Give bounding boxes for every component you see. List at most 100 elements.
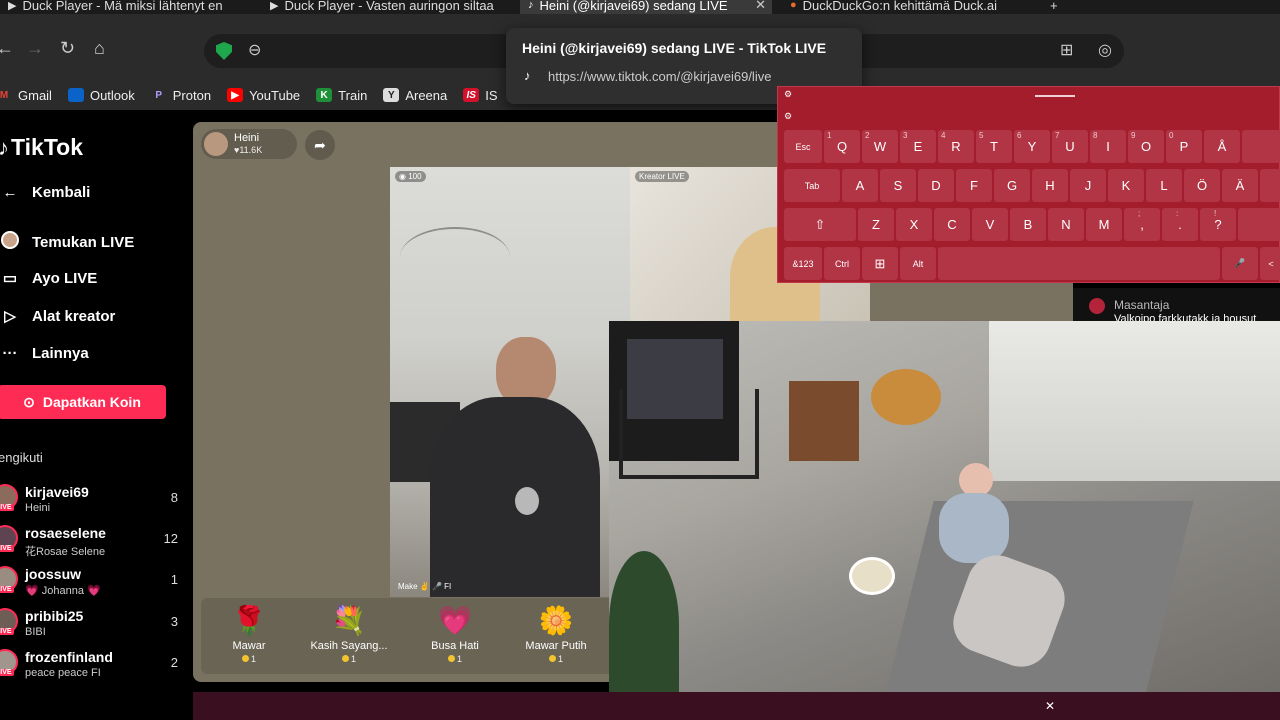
key-ctrl[interactable]: Ctrl xyxy=(824,247,860,280)
bookmark-gmail[interactable]: M Gmail xyxy=(0,88,52,103)
nav-creator-tools[interactable]: ▷ Alat kreator xyxy=(0,307,115,326)
key-label: R xyxy=(951,139,961,154)
bookmark-proton[interactable]: P Proton xyxy=(151,88,211,103)
key-symbols[interactable]: &123 xyxy=(784,247,822,280)
shield-icon[interactable] xyxy=(216,42,232,60)
drag-handle[interactable] xyxy=(1035,95,1075,97)
key-k[interactable]: K xyxy=(1108,169,1144,202)
clipboard-icon[interactable]: ⚙ xyxy=(784,111,792,122)
duck-ai-chat-icon[interactable]: ◎ xyxy=(1098,40,1112,60)
home-icon[interactable]: ⌂ xyxy=(94,38,105,59)
key-i[interactable]: 8I xyxy=(1090,130,1126,163)
key-c[interactable]: C xyxy=(934,208,970,241)
key-o-umlaut[interactable]: Ö xyxy=(1184,169,1220,202)
room-webcam-video[interactable] xyxy=(609,321,1280,699)
key-row3-edge[interactable] xyxy=(1238,208,1280,241)
tab-duck-player-1[interactable]: ▶ Duck Player - Mä miksi lähtenyt en xyxy=(0,0,250,14)
key-l[interactable]: L xyxy=(1146,169,1182,202)
key-b[interactable]: B xyxy=(1010,208,1046,241)
gift-mawar-putih[interactable]: 🌼 Mawar Putih 1 xyxy=(508,604,604,664)
forward-icon[interactable]: → xyxy=(26,38,44,59)
key-esc[interactable]: Esc xyxy=(784,130,822,163)
gift-kasih-sayang[interactable]: 💐 Kasih Sayang... 1 xyxy=(301,604,397,664)
key-label: J xyxy=(1084,178,1092,193)
gift-busa-hati[interactable]: 💗 Busa Hati 1 xyxy=(407,604,503,664)
key-a[interactable]: A xyxy=(842,169,878,202)
key-label: Z xyxy=(872,217,880,232)
close-tab-icon[interactable]: ✕ xyxy=(755,0,766,13)
key-x[interactable]: X xyxy=(896,208,932,241)
gear-icon[interactable]: ⚙ xyxy=(784,89,792,100)
key-e[interactable]: 3E xyxy=(900,130,936,163)
gift-name: Busa Hati xyxy=(431,640,479,652)
bookmark-train[interactable]: K Train xyxy=(316,88,367,103)
key-o[interactable]: 9O xyxy=(1128,130,1164,163)
new-tab-button[interactable]: + xyxy=(1042,0,1070,14)
key-mic[interactable]: 🎤 xyxy=(1222,247,1258,280)
key-y[interactable]: 6Y xyxy=(1014,130,1050,163)
nav-go-live[interactable]: ▭ Ayo LIVE xyxy=(0,269,97,288)
key-d[interactable]: D xyxy=(918,169,954,202)
key-p[interactable]: 0P xyxy=(1166,130,1202,163)
following-item-pribibi25[interactable]: LIVE pribibi25 BIBI 3 xyxy=(0,604,188,644)
close-overlay-icon[interactable]: ✕ xyxy=(1045,699,1055,713)
outlook-icon: ■ xyxy=(67,88,84,102)
key-s[interactable]: S xyxy=(880,169,916,202)
key-n[interactable]: N xyxy=(1048,208,1084,241)
nav-more[interactable]: ··· Lainnya xyxy=(0,345,89,362)
back-icon[interactable]: ← xyxy=(0,38,14,59)
key-f[interactable]: F xyxy=(956,169,992,202)
nav-label: Temukan LIVE xyxy=(32,233,135,251)
tab-duck-ai[interactable]: ● DuckDuckGo:n kehittämä Duck.ai xyxy=(782,0,1032,14)
key-a-umlaut[interactable]: Ä xyxy=(1222,169,1258,202)
key-hint: ! xyxy=(1214,209,1217,218)
bookmark-is[interactable]: IS IS xyxy=(463,88,498,103)
key-m[interactable]: M xyxy=(1086,208,1122,241)
key-space[interactable] xyxy=(938,247,1220,280)
bookmark-outlook[interactable]: ■ Outlook xyxy=(67,88,135,103)
chat-username[interactable]: Masantaja xyxy=(1114,298,1169,312)
key-h[interactable]: H xyxy=(1032,169,1068,202)
bookmark-areena[interactable]: Y Areena xyxy=(383,88,447,103)
key-w[interactable]: 2W xyxy=(862,130,898,163)
host-likes: ♥11.6K xyxy=(234,145,263,155)
tab-tiktok-live[interactable]: ♪ Heini (@kirjavei69) sedang LIVE ✕ xyxy=(520,0,772,14)
key-a-ring[interactable]: Å xyxy=(1204,130,1240,163)
reload-icon[interactable]: ↻ xyxy=(60,38,75,59)
bookmark-youtube[interactable]: ▶ YouTube xyxy=(227,88,300,103)
nav-back[interactable]: ← Kembali xyxy=(0,184,91,201)
key-r[interactable]: 4R xyxy=(938,130,974,163)
key-question[interactable]: !? xyxy=(1200,208,1236,241)
following-item-joossuw[interactable]: LIVE joossuw 💗 Johanna 💗 1 xyxy=(0,562,188,602)
key-u[interactable]: 7U xyxy=(1052,130,1088,163)
following-name: frozenfinland xyxy=(25,649,113,665)
key-tab[interactable]: Tab xyxy=(784,169,840,202)
following-item-frozenfinland[interactable]: LIVE frozenfinland peace peace FI 2 xyxy=(0,645,188,685)
guest-video-1[interactable]: ◉ 100 Make ✌ 🎤 FI xyxy=(390,167,630,597)
key-v[interactable]: V xyxy=(972,208,1008,241)
key-comma[interactable]: ;, xyxy=(1124,208,1160,241)
add-bookmark-icon[interactable]: ⊞ xyxy=(1060,40,1073,60)
zoom-icon[interactable]: ⊖ xyxy=(248,40,261,60)
tiktok-logo[interactable]: ♪ TikTok xyxy=(0,134,83,161)
key-j[interactable]: J xyxy=(1070,169,1106,202)
host-chip[interactable]: Heini ♥11.6K xyxy=(201,129,297,159)
key-t[interactable]: 5T xyxy=(976,130,1012,163)
following-item-kirjavei69[interactable]: LIVE kirjavei69 Heini 8 xyxy=(0,480,188,520)
gift-mawar[interactable]: 🌹 Mawar 1 xyxy=(201,604,297,664)
key-row2-edge[interactable] xyxy=(1260,169,1280,202)
tab-duck-player-2[interactable]: ▶ Duck Player - Vasten auringon siltaa xyxy=(262,0,514,14)
share-button[interactable]: ➦ xyxy=(305,130,335,160)
key-g[interactable]: G xyxy=(994,169,1030,202)
key-z[interactable]: Z xyxy=(858,208,894,241)
key-q[interactable]: 1Q xyxy=(824,130,860,163)
following-item-rosaeselene[interactable]: LIVE rosaeselene 花Rosae Selene 12 xyxy=(0,521,188,561)
key-period[interactable]: :. xyxy=(1162,208,1198,241)
key-windows[interactable]: ⊞ xyxy=(862,247,898,280)
key-row1-edge[interactable] xyxy=(1242,130,1280,163)
key-alt[interactable]: Alt xyxy=(900,247,936,280)
key-left[interactable]: < xyxy=(1260,247,1280,280)
key-shift[interactable]: ⇧ xyxy=(784,208,856,241)
get-coins-button[interactable]: ⊙ Dapatkan Koin xyxy=(0,385,166,419)
nav-discover-live[interactable]: Temukan LIVE xyxy=(0,231,134,253)
